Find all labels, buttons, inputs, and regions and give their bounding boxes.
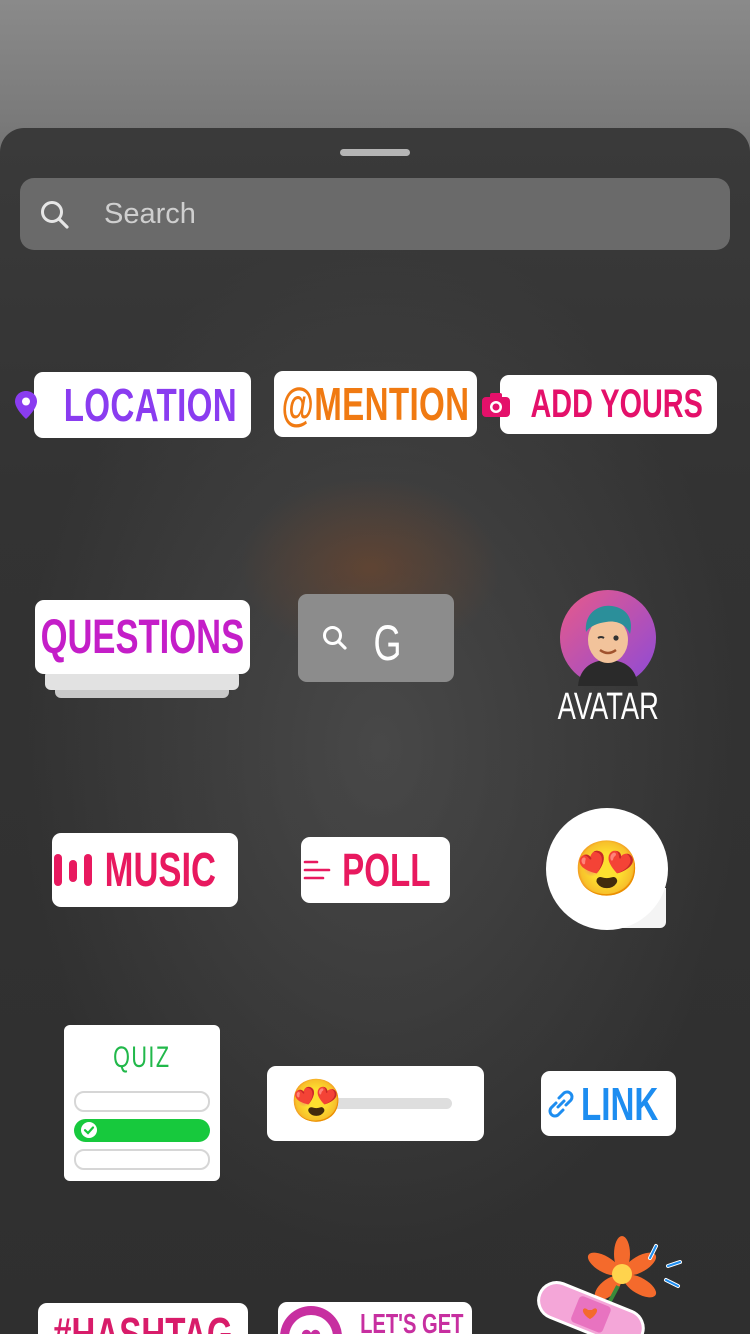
gif-search-icon bbox=[323, 626, 347, 650]
lets-get-label: LET'S GET bbox=[360, 1308, 464, 1334]
avatar-sticker[interactable]: AVATAR bbox=[548, 590, 668, 730]
quiz-sticker[interactable]: QUIZ bbox=[64, 1025, 220, 1181]
location-label: LOCATION bbox=[63, 379, 238, 431]
add-yours-sticker[interactable]: ADD YOURS bbox=[481, 375, 717, 434]
music-sticker[interactable]: MUSIC bbox=[52, 833, 238, 907]
poll-sticker[interactable]: POLL bbox=[301, 837, 450, 903]
location-sticker[interactable]: LOCATION bbox=[15, 372, 251, 438]
lets-get-sticker[interactable]: LET'S GET bbox=[278, 1302, 472, 1334]
sticker-tray-sheet: Search LOCATION @MENTION ADD YOURS QUEST… bbox=[0, 128, 750, 1334]
hashtag-label: #HASHTAG bbox=[53, 1308, 233, 1334]
link-label: LINK bbox=[580, 1077, 659, 1130]
avatar-face-icon bbox=[560, 590, 656, 686]
slider-emoji-thumb: 😍 bbox=[290, 1077, 343, 1124]
search-field[interactable]: Search bbox=[20, 178, 730, 250]
drag-handle[interactable] bbox=[340, 149, 410, 156]
link-sticker[interactable]: LINK bbox=[541, 1071, 676, 1136]
emoji-bubble: 😍 bbox=[546, 808, 668, 930]
hashtag-sticker[interactable]: #HASHTAG bbox=[38, 1303, 248, 1334]
search-placeholder: Search bbox=[104, 198, 196, 230]
mention-sticker[interactable]: @MENTION bbox=[274, 371, 477, 437]
checkmark-icon bbox=[81, 1122, 97, 1138]
music-bars-icon bbox=[53, 854, 92, 886]
link-chain-icon bbox=[548, 1090, 574, 1117]
emoji-slider-sticker[interactable]: 😍 bbox=[267, 1066, 484, 1141]
mention-label: @MENTION bbox=[281, 378, 470, 430]
gif-label: G bbox=[373, 615, 402, 671]
heart-eyes-emoji: 😍 bbox=[573, 838, 641, 899]
questions-sticker[interactable]: QUESTIONS bbox=[35, 600, 250, 700]
emoji-reaction-sticker[interactable]: 😍 bbox=[546, 808, 670, 932]
bandage-flower-icon bbox=[537, 1236, 682, 1334]
quiz-title: QUIZ bbox=[113, 1041, 171, 1074]
gif-sticker[interactable]: G bbox=[298, 594, 454, 682]
poll-label: POLL bbox=[342, 844, 431, 896]
questions-card: QUESTIONS bbox=[35, 600, 250, 674]
questions-label: QUESTIONS bbox=[40, 610, 245, 664]
search-icon bbox=[41, 201, 69, 229]
music-label: MUSIC bbox=[104, 843, 216, 897]
quiz-option-3 bbox=[74, 1149, 210, 1170]
avatar-label: AVATAR bbox=[557, 686, 659, 728]
quiz-option-1 bbox=[74, 1091, 210, 1112]
camera-icon bbox=[481, 392, 510, 417]
poll-lines-icon bbox=[303, 860, 331, 880]
location-pin-icon bbox=[15, 391, 38, 419]
quiz-option-correct bbox=[74, 1119, 210, 1142]
bandage-flower-sticker[interactable] bbox=[530, 1236, 690, 1334]
heart-circle-icon bbox=[280, 1306, 342, 1334]
add-yours-label: ADD YOURS bbox=[530, 382, 703, 426]
